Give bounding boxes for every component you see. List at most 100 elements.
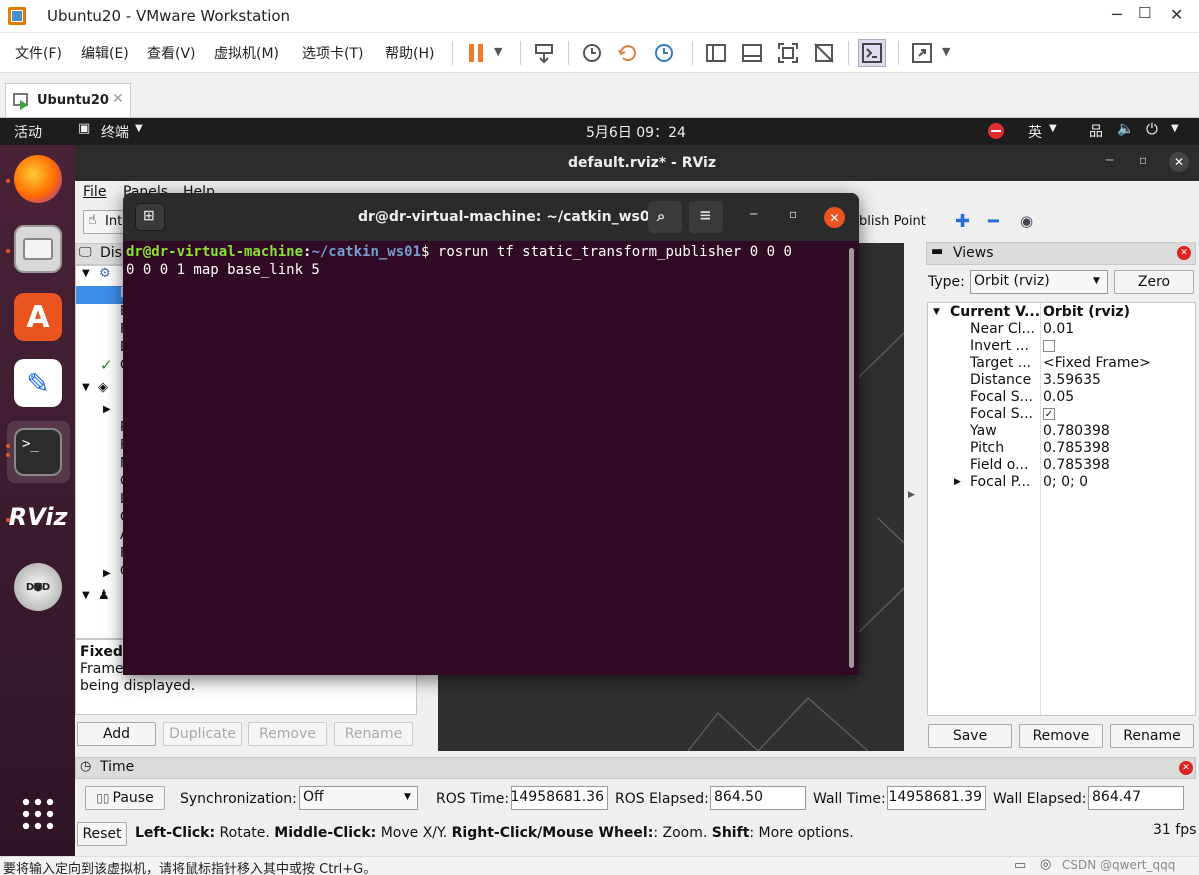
menu-vm[interactable]: 虚拟机(M) (214, 43, 279, 63)
expand-icon[interactable]: ▼ (82, 268, 90, 279)
views-type-select[interactable]: Orbit (rviz) ▼ (970, 270, 1108, 294)
input-method-indicator[interactable]: 英 (1028, 122, 1042, 142)
collapse-icon[interactable]: ▶ (103, 404, 111, 415)
show-apps-icon[interactable] (21, 797, 55, 831)
firefox-icon[interactable] (14, 155, 62, 203)
prop-value[interactable]: 0.05 (1043, 389, 1074, 406)
minimize-icon[interactable]: ─ (1112, 5, 1122, 24)
sidebar-icon[interactable] (702, 39, 730, 67)
rviz-icon[interactable]: RViz (9, 493, 68, 541)
zero-button[interactable]: Zero (1114, 270, 1194, 294)
chevron-down-icon[interactable]: ▼ (135, 123, 143, 134)
prop-value[interactable]: 0.785398 (1043, 440, 1110, 457)
ros-elapsed-field[interactable]: 864.50 (710, 786, 806, 810)
splitter-arrow-icon[interactable]: ▶ (908, 490, 915, 500)
snapshot-manager-icon[interactable] (650, 39, 678, 67)
publish-point-tool-label[interactable]: blish Point (859, 214, 926, 229)
pause-vm-icon[interactable] (462, 39, 490, 67)
app-menu-label[interactable]: 终端 (101, 122, 129, 142)
prop-value[interactable]: 0.01 (1043, 321, 1074, 338)
focal-shape-checkbox[interactable]: ✓ (1043, 408, 1055, 420)
prop-value[interactable]: 0.785398 (1043, 457, 1110, 474)
close-panel-icon[interactable]: ✕ (1177, 246, 1191, 260)
prop-value[interactable]: 0; 0; 0 (1043, 474, 1088, 491)
terminal-output[interactable]: dr@dr-virtual-machine:~/catkin_ws01$ ros… (126, 243, 792, 279)
sync-select[interactable]: Off ▼ (299, 786, 418, 810)
revert-snapshot-icon[interactable] (614, 39, 642, 67)
files-icon[interactable] (14, 225, 62, 273)
maximize-icon[interactable]: ☐ (1138, 4, 1151, 22)
stretch-guest-icon[interactable] (908, 39, 936, 67)
unity-icon[interactable] (810, 39, 838, 67)
chevron-down-icon[interactable]: ▼ (494, 45, 502, 58)
close-icon[interactable]: ✕ (824, 207, 845, 228)
menu-tabs[interactable]: 选项卡(T) (302, 43, 363, 63)
close-icon[interactable]: ✕ (1170, 5, 1183, 24)
text-editor-icon[interactable]: ✎ (14, 359, 62, 407)
rename-view-button[interactable]: Rename (1110, 724, 1194, 748)
invert-checkbox[interactable] (1043, 340, 1055, 352)
collapse-icon[interactable]: ▶ (954, 477, 961, 487)
pause-button[interactable]: ▯▯ Pause (85, 786, 165, 810)
expand-icon[interactable]: ▼ (933, 307, 940, 317)
console-view-icon[interactable] (858, 39, 886, 67)
chevron-down-icon[interactable]: ▼ (1171, 123, 1179, 134)
notification-error-icon[interactable] (988, 123, 1004, 139)
terminal-window[interactable]: ⊞ dr@dr-virtual-machine: ~/catkin_ws01 ⌕… (123, 193, 859, 675)
collapse-icon[interactable]: ▶ (103, 568, 111, 579)
prop-value[interactable]: 0.780398 (1043, 423, 1110, 440)
chevron-down-icon[interactable]: ▼ (1049, 123, 1057, 134)
menu-file[interactable]: 文件(F) (15, 43, 62, 63)
save-view-button[interactable]: Save (928, 724, 1012, 748)
rviz-menu-file[interactable]: File (83, 184, 106, 200)
activities-button[interactable]: 活动 (14, 122, 42, 142)
clock[interactable]: 5月6日 09：24 (586, 122, 686, 142)
remove-tool-icon[interactable]: ━ (988, 211, 999, 232)
cd-icon[interactable]: ◎ (1040, 857, 1051, 872)
terminal-icon[interactable]: >_ (14, 428, 62, 476)
close-panel-icon[interactable]: ✕ (1179, 761, 1193, 775)
reset-button[interactable]: Reset (77, 822, 127, 846)
chevron-down-icon[interactable]: ▼ (942, 45, 950, 58)
rename-display-button[interactable]: Rename (334, 722, 413, 746)
close-icon[interactable]: ✕ (1169, 152, 1189, 172)
wall-time-field[interactable]: 714958681.39 (887, 786, 986, 810)
prop-value[interactable]: <Fixed Frame> (1043, 355, 1151, 372)
network-icon[interactable]: 品 (1089, 121, 1103, 141)
thumbnail-bar-icon[interactable] (738, 39, 766, 67)
remove-view-button[interactable]: Remove (1019, 724, 1103, 748)
volume-icon[interactable]: 🔈 (1117, 121, 1134, 137)
search-button[interactable]: ⌕ (648, 201, 682, 233)
maximize-icon[interactable]: ▫ (1139, 153, 1147, 167)
menu-view[interactable]: 查看(V) (147, 43, 196, 63)
menu-button[interactable]: ≡ (689, 201, 723, 233)
menu-edit[interactable]: 编辑(E) (81, 43, 129, 63)
ros-time-field[interactable]: 714958681.36 (511, 786, 608, 810)
add-tool-icon[interactable]: ✚ (955, 211, 970, 232)
menu-help[interactable]: 帮助(H) (385, 43, 434, 63)
minimize-icon[interactable]: ─ (1106, 153, 1113, 167)
expand-icon[interactable]: ▼ (82, 382, 90, 393)
dvd-icon[interactable]: DVD (14, 563, 62, 611)
tab-close-icon[interactable]: ✕ (112, 91, 124, 107)
power-icon[interactable]: ⏻ (1146, 120, 1158, 138)
wall-elapsed-field[interactable]: 864.47 (1088, 786, 1184, 810)
app-center-icon[interactable]: A (14, 293, 62, 341)
terminal-scrollbar[interactable] (849, 248, 854, 668)
hdd-icon[interactable]: ▭ (1014, 858, 1026, 873)
expand-icon[interactable]: ▼ (82, 590, 90, 601)
views-properties[interactable]: ▼ Current V... Orbit (rviz) Near Cl... 0… (927, 302, 1196, 716)
send-keys-icon[interactable] (530, 39, 558, 67)
duplicate-display-button[interactable]: Duplicate (163, 722, 242, 746)
minimize-icon[interactable]: ─ (750, 207, 757, 221)
tab-ubuntu20[interactable]: Ubuntu20 ✕ (5, 83, 131, 117)
selected-row[interactable] (76, 286, 124, 304)
maximize-icon[interactable]: ▫ (789, 207, 797, 221)
add-display-button[interactable]: Add (77, 722, 156, 746)
remove-display-button[interactable]: Remove (248, 722, 327, 746)
prop-value[interactable]: 3.59635 (1043, 372, 1101, 389)
new-tab-button[interactable]: ⊞ (135, 203, 165, 231)
snapshot-icon[interactable] (578, 39, 606, 67)
fullscreen-icon[interactable] (774, 39, 802, 67)
eye-icon[interactable]: ◉ (1020, 212, 1033, 230)
